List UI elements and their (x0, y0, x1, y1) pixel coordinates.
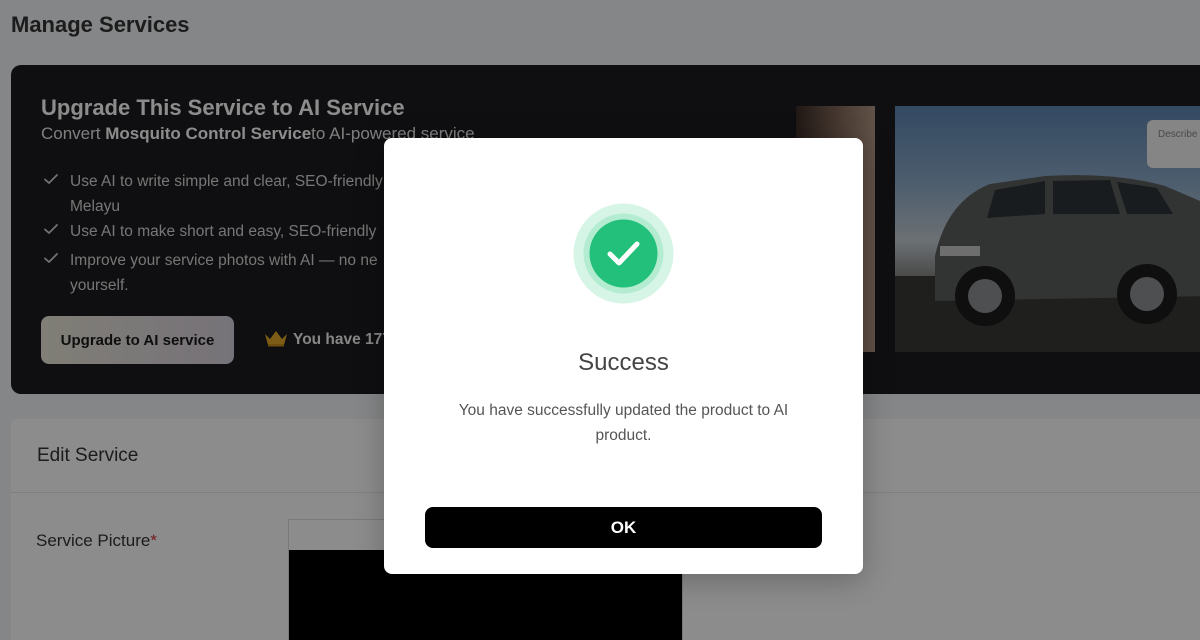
dialog-title: Success (578, 349, 669, 376)
success-dialog: Success You have successfully updated th… (384, 138, 863, 574)
success-check-icon (573, 203, 674, 304)
ok-button[interactable]: OK (425, 507, 822, 548)
dialog-message: You have successfully updated the produc… (458, 402, 789, 444)
